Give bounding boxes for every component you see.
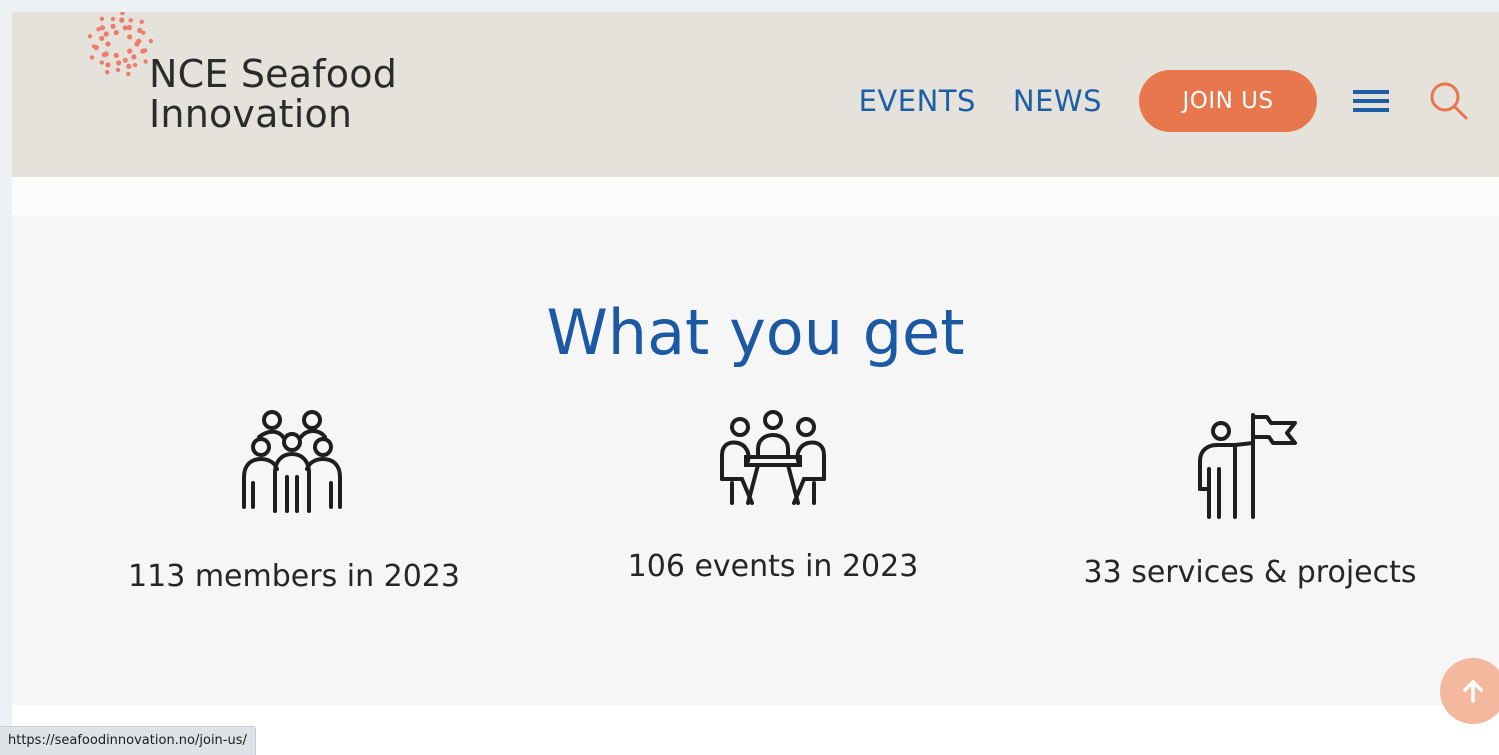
logo-dot (132, 62, 138, 68)
logo-dot (105, 70, 110, 75)
logo-dot (131, 54, 137, 60)
logo-dot (101, 52, 107, 58)
logo-dot (89, 55, 95, 60)
logo-dot (87, 34, 93, 39)
stat-members-label: 113 members in 2023 (128, 559, 460, 594)
logo-dot (116, 60, 122, 66)
people-meeting-at-table-icon (720, 410, 826, 505)
logo-dot (148, 38, 154, 44)
logo-text: NCE Seafood Innovation (149, 54, 397, 134)
logo-dot (127, 34, 133, 40)
what-you-get-section: What you get 113 members in 2023 106 eve… (12, 215, 1499, 705)
group-of-people-icon (242, 410, 342, 513)
stat-events: 106 events in 2023 (553, 407, 993, 584)
logo-dot (110, 23, 116, 29)
stat-services-label: 33 services & projects (1083, 555, 1417, 590)
logo-dot (126, 25, 133, 31)
browser-viewport: NCE Seafood Innovation EVENTS NEWS JOIN … (12, 12, 1499, 755)
logo-dot (99, 35, 105, 41)
logo-dot (139, 19, 144, 24)
logo-dot (113, 30, 119, 36)
logo-dot (96, 27, 101, 32)
arrow-up-icon (1463, 680, 1483, 703)
logo-dot (127, 48, 133, 54)
logo-dot (143, 48, 148, 53)
search-icon[interactable] (1429, 81, 1469, 121)
logo-dot (128, 18, 133, 23)
back-to-top-button[interactable] (1440, 658, 1499, 724)
logo-dot (105, 41, 111, 47)
join-us-button[interactable]: JOIN US (1139, 70, 1317, 132)
logo-line-2: Innovation (149, 92, 353, 136)
logo-line-1: NCE Seafood (149, 52, 398, 96)
logo-dot (113, 52, 119, 59)
hamburger-menu-icon[interactable] (1353, 87, 1389, 115)
logo-dot (143, 59, 148, 64)
logo-dot (141, 30, 146, 35)
header-spacer (12, 177, 1499, 215)
logo-dot (119, 17, 125, 23)
section-title: What you get (546, 296, 965, 369)
logo-dot (110, 16, 116, 22)
stat-events-label: 106 events in 2023 (627, 549, 919, 584)
logo-dot (126, 71, 131, 77)
nav-link-news[interactable]: NEWS (1013, 84, 1102, 118)
stat-services: 33 services & projects (1030, 409, 1470, 590)
stat-members: 113 members in 2023 (74, 407, 514, 594)
logo-dot (136, 38, 142, 44)
logo-dot (122, 57, 128, 63)
logo-dot (126, 63, 132, 69)
logo-dot (99, 60, 104, 65)
logo-dot (120, 12, 125, 16)
browser-status-url: https://seafoodinnovation.no/join-us/ (0, 726, 256, 755)
logo-dot (103, 31, 109, 37)
main-nav: EVENTS NEWS JOIN US (859, 70, 1469, 132)
site-header: NCE Seafood Innovation EVENTS NEWS JOIN … (12, 12, 1499, 177)
logo-dot (99, 16, 105, 21)
logo-dot (105, 62, 111, 68)
site-logo-link[interactable]: NCE Seafood Innovation (82, 12, 482, 152)
nav-link-events[interactable]: EVENTS (859, 84, 976, 118)
logo-dot (91, 44, 97, 49)
logo-dot (115, 67, 121, 73)
person-with-flag-icon (1198, 413, 1297, 519)
